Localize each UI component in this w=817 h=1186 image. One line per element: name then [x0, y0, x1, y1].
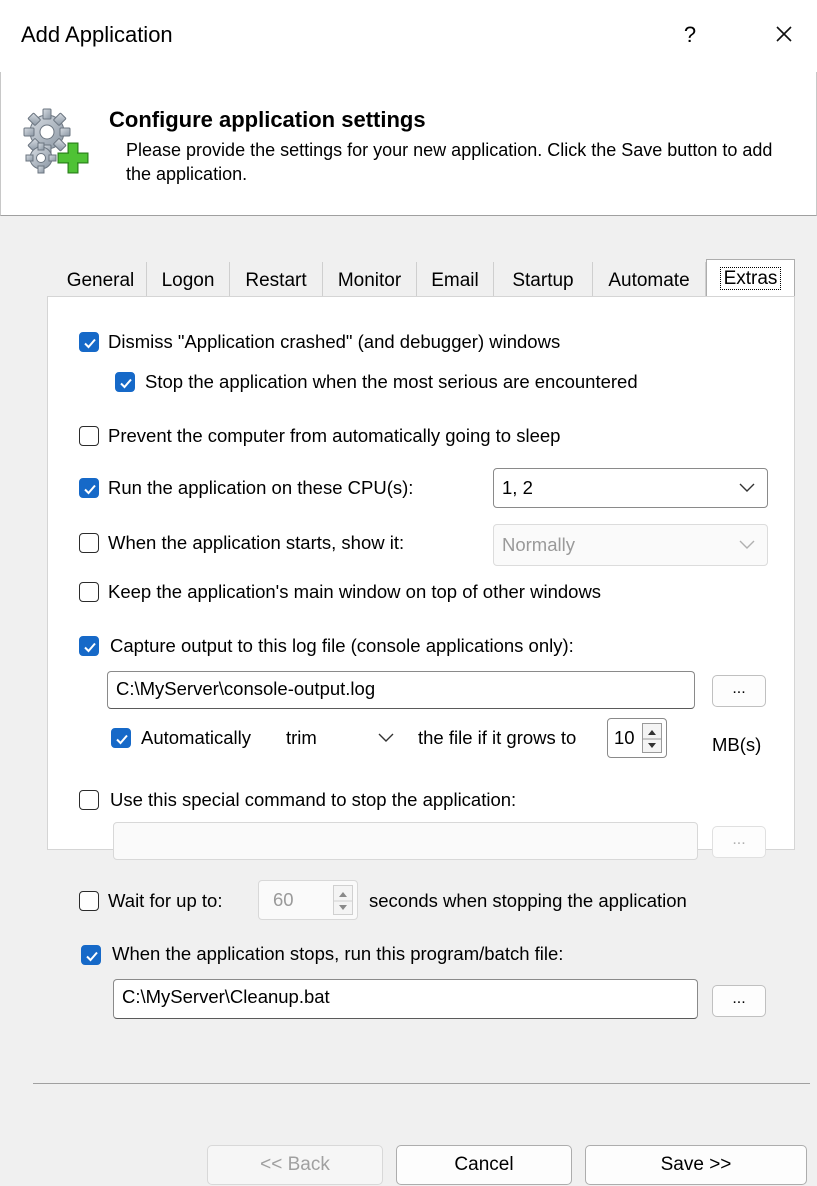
- tab-monitor[interactable]: Monitor: [323, 262, 417, 298]
- stepper-arrows-icon[interactable]: [642, 723, 662, 753]
- capture-output-checkbox[interactable]: [79, 636, 99, 656]
- stop-serious-label: Stop the application when the most serio…: [145, 371, 638, 392]
- tab-automate[interactable]: Automate: [593, 262, 706, 298]
- show-on-start-checkbox[interactable]: [79, 533, 99, 553]
- trim-size-stepper[interactable]: 10: [607, 718, 667, 758]
- trim-size-value: 10: [614, 727, 635, 748]
- trim-middle-text: the file if it grows to: [418, 727, 577, 748]
- save-button[interactable]: Save >>: [585, 1145, 807, 1185]
- wait-seconds-value: 60: [273, 889, 294, 910]
- log-file-browse-button[interactable]: ...: [712, 675, 766, 707]
- capture-output-label: Capture output to this log file (console…: [110, 635, 574, 656]
- tab-extras[interactable]: Extras: [706, 259, 795, 299]
- cpu-select[interactable]: 1, 2: [493, 468, 768, 508]
- wait-for-label: Wait for up to:: [108, 890, 223, 911]
- window-title: Add Application: [21, 22, 173, 47]
- tab-general[interactable]: General: [55, 262, 147, 298]
- special-stop-label: Use this special command to stop the app…: [110, 789, 517, 810]
- tab-strip: General Logon Restart Monitor Email Star…: [55, 259, 795, 299]
- log-file-path-input[interactable]: C:\MyServer\console-output.log: [107, 671, 695, 709]
- run-on-stop-path-input[interactable]: C:\MyServer\Cleanup.bat: [113, 979, 698, 1019]
- prevent-sleep-checkbox[interactable]: [79, 426, 99, 446]
- dismiss-crashed-label: Dismiss "Application crashed" (and debug…: [108, 331, 561, 352]
- chevron-down-icon: [739, 540, 755, 549]
- show-mode-select[interactable]: Normally: [493, 524, 768, 566]
- keep-on-top-label: Keep the application's main window on to…: [108, 581, 602, 602]
- close-icon: [776, 26, 792, 42]
- tab-restart[interactable]: Restart: [230, 262, 323, 298]
- cpu-select-value: 1, 2: [502, 477, 533, 498]
- chevron-down-icon: [378, 733, 394, 742]
- trim-unit: MB(s): [712, 734, 762, 755]
- help-button[interactable]: ?: [676, 18, 704, 52]
- show-on-start-label: When the application starts, show it:: [108, 532, 405, 553]
- run-cpus-checkbox[interactable]: [79, 478, 99, 498]
- trim-mode-value: trim: [286, 727, 317, 748]
- run-cpus-label: Run the application on these CPU(s):: [108, 477, 414, 498]
- run-on-stop-checkbox[interactable]: [81, 945, 101, 965]
- stepper-arrows-icon[interactable]: [333, 885, 353, 915]
- dismiss-crashed-checkbox[interactable]: [79, 332, 99, 352]
- tab-startup[interactable]: Startup: [494, 262, 593, 298]
- stop-serious-checkbox[interactable]: [115, 372, 135, 392]
- close-button[interactable]: [766, 16, 802, 52]
- keep-on-top-checkbox[interactable]: [79, 582, 99, 602]
- footer-separator: [33, 1083, 810, 1084]
- auto-trim-label: Automatically: [141, 727, 252, 748]
- title-bar: Add Application ?: [0, 0, 817, 72]
- run-on-stop-browse-button[interactable]: ...: [712, 985, 766, 1017]
- header-title: Configure application settings: [109, 107, 426, 132]
- show-mode-value: Normally: [502, 534, 575, 555]
- tab-email[interactable]: Email: [417, 262, 494, 298]
- trim-mode-select[interactable]: trim: [277, 718, 407, 758]
- special-stop-checkbox[interactable]: [79, 790, 99, 810]
- cancel-button[interactable]: Cancel: [396, 1145, 572, 1185]
- wizard-header: Configure application settings Please pr…: [0, 72, 817, 216]
- special-stop-input[interactable]: [113, 822, 698, 860]
- wait-for-checkbox[interactable]: [79, 891, 99, 911]
- auto-trim-checkbox[interactable]: [111, 728, 131, 748]
- tab-logon[interactable]: Logon: [147, 262, 230, 298]
- wait-for-suffix: seconds when stopping the application: [369, 890, 687, 911]
- tab-extras-label: Extras: [719, 267, 782, 290]
- header-description: Please provide the settings for your new…: [126, 140, 773, 184]
- run-on-stop-label: When the application stops, run this pro…: [112, 943, 564, 964]
- wait-seconds-stepper[interactable]: 60: [258, 880, 358, 920]
- gears-add-icon: [21, 108, 93, 180]
- chevron-down-icon: [739, 483, 755, 492]
- back-button[interactable]: << Back: [207, 1145, 383, 1185]
- prevent-sleep-label: Prevent the computer from automatically …: [108, 425, 561, 446]
- special-stop-browse-button[interactable]: ...: [712, 826, 766, 858]
